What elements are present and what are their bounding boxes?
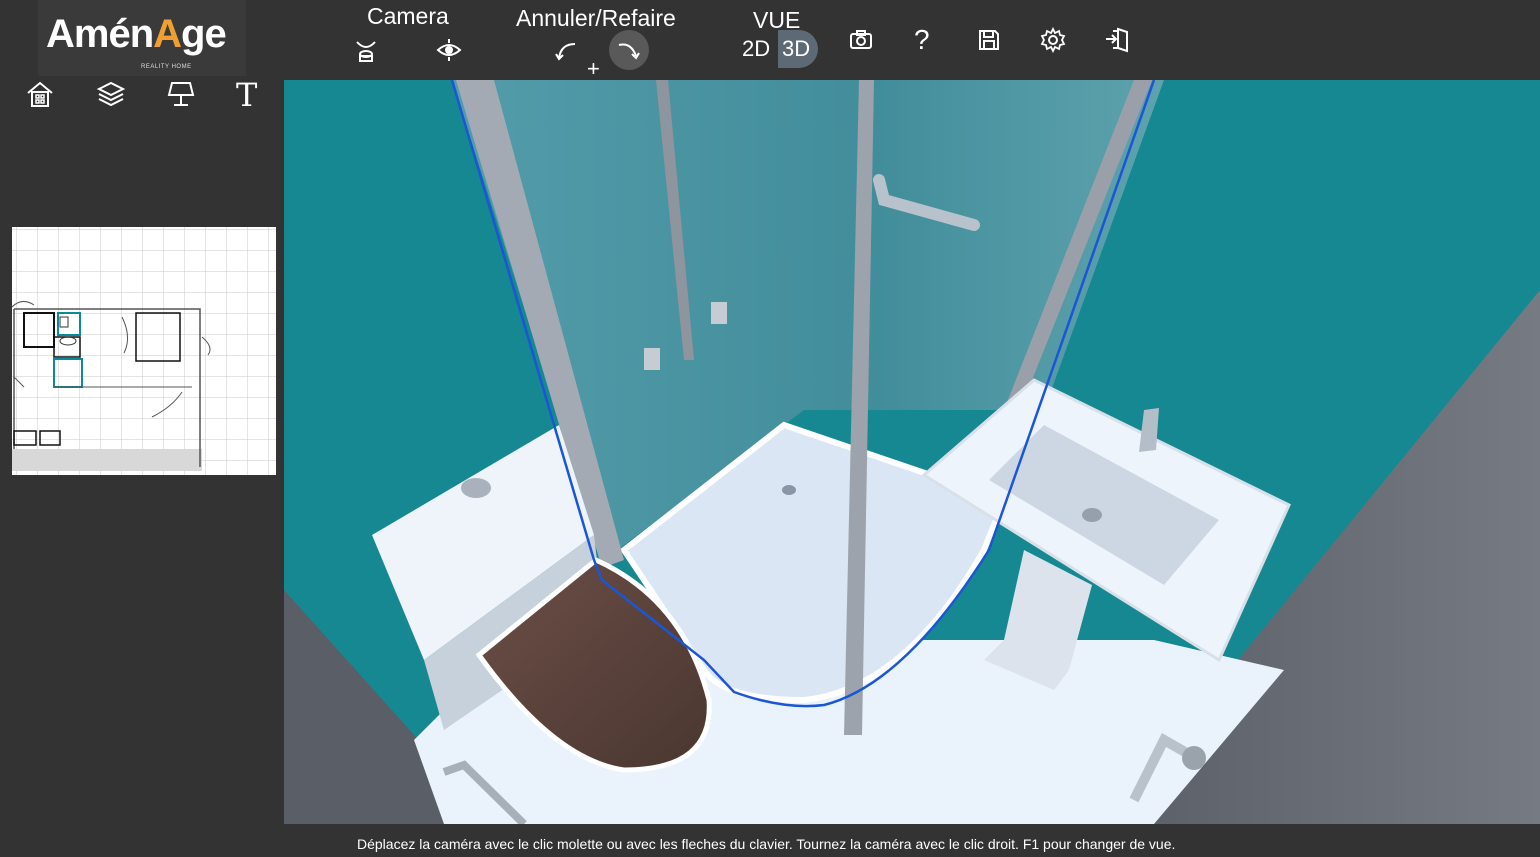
text-tool-button[interactable]: T xyxy=(236,76,257,114)
floorplan-minimap-drawing xyxy=(12,227,276,475)
logo-text: AménAge xyxy=(46,12,227,57)
camera-eye-button[interactable] xyxy=(431,32,467,68)
lamp-button[interactable] xyxy=(164,77,198,111)
view-2d-option[interactable]: 2D xyxy=(742,36,770,62)
home-button[interactable] xyxy=(23,77,57,111)
view-3d-option[interactable]: 3D xyxy=(778,30,818,68)
floorplan-minimap[interactable] xyxy=(12,227,276,475)
exit-button[interactable] xyxy=(1099,22,1135,58)
redo-icon-wrap[interactable] xyxy=(611,32,647,68)
camera-orbit-button[interactable] xyxy=(348,32,384,68)
undo-icon xyxy=(555,43,576,61)
status-hint: Déplacez la caméra avec le clic molette … xyxy=(357,836,1176,852)
home-icon xyxy=(27,81,53,107)
view-3d-label: 3D xyxy=(782,36,811,61)
layers-icon xyxy=(96,81,126,107)
3d-viewport[interactable] xyxy=(284,80,1540,824)
logo-text-accent: A xyxy=(153,12,182,56)
undo-button[interactable] xyxy=(549,32,585,68)
redo-icon xyxy=(618,43,640,60)
settings-button[interactable] xyxy=(1035,22,1071,58)
app-logo: AménAge REALITY HOME xyxy=(38,0,246,76)
top-toolbar: AménAge REALITY HOME Camera Annuler/Refa… xyxy=(0,0,1540,81)
undo-redo-plus: + xyxy=(587,56,600,81)
3d-scene xyxy=(284,80,1540,824)
gear-icon xyxy=(1040,26,1066,54)
save-icon xyxy=(979,30,999,50)
layers-button[interactable] xyxy=(94,77,128,111)
status-bar: Déplacez la caméra avec le clic molette … xyxy=(0,824,1540,857)
save-button[interactable] xyxy=(971,22,1007,58)
exit-icon xyxy=(1106,27,1128,53)
camera-eye-icon xyxy=(436,39,462,61)
camera-group-label: Camera xyxy=(367,3,449,29)
camera-orbit-icon xyxy=(356,41,376,62)
logo-subtitle: REALITY HOME xyxy=(141,64,192,70)
logo-text-suffix: ge xyxy=(181,12,227,56)
lamp-icon xyxy=(167,82,195,106)
screenshot-icon xyxy=(850,30,872,49)
help-button[interactable]: ? xyxy=(914,24,930,56)
screenshot-button[interactable] xyxy=(843,22,879,58)
logo-text-prefix: Amén xyxy=(46,12,154,56)
undo-redo-group-label: Annuler/Refaire xyxy=(516,5,676,31)
view-toggle[interactable]: 2D 3D xyxy=(740,30,818,68)
